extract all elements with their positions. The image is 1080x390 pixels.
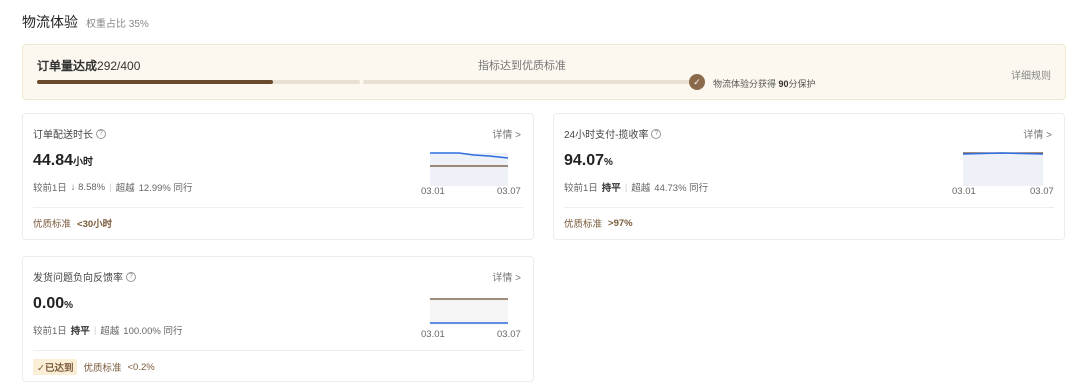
tick-end: 03.07 [1030, 186, 1054, 197]
progress-note-suffix: 分保护 [788, 79, 816, 89]
metric-number: 94.07 [564, 152, 605, 169]
metric-value: 44.84小时 [33, 152, 93, 170]
order-progress-panel: 订单量达成292/400 指标达到优质标准 ✓ 物流体验分获得 90分保护 详细… [22, 44, 1066, 100]
card-title-text: 发货问题负向反馈率 [33, 273, 123, 284]
beat-label: 超越 [100, 326, 120, 337]
standard-value: <30小时 [77, 219, 113, 230]
metric-card-shipping-feedback: 发货问题负向反馈率? 详情 > 0.00% 较前1日 持平 | 超越 100.0… [22, 256, 534, 382]
metric-compare: 较前1日 持平 | 超越 100.00% 同行 [33, 323, 183, 338]
quality-standard: 优质标准 <30小时 [33, 216, 112, 230]
help-icon[interactable]: ? [96, 128, 106, 139]
divider [33, 207, 523, 208]
tick-end: 03.07 [497, 329, 521, 340]
tick-start: 03.01 [952, 186, 976, 197]
metric-value: 94.07% [564, 152, 613, 170]
help-icon[interactable]: ? [126, 271, 136, 282]
compare-label: 较前1日 [564, 183, 598, 194]
separator: | [109, 181, 112, 193]
detail-link[interactable]: 详情 > [492, 269, 521, 284]
tick-start: 03.01 [421, 329, 445, 340]
beat-label: 超越 [115, 183, 135, 194]
compare-label: 较前1日 [33, 183, 67, 194]
standard-label: 优质标准 [564, 219, 603, 230]
section-weight: 权重占比 35% [86, 19, 149, 30]
divider [33, 350, 523, 351]
metric-number: 44.84 [33, 152, 74, 169]
compare-value: ↓ 8.58% [70, 181, 106, 193]
section-title: 物流体验 [22, 14, 78, 30]
quality-standard: ✓已达到 优质标准 <0.2% [33, 359, 155, 375]
metric-unit: % [64, 300, 74, 311]
quality-standard: 优质标准 >97% [564, 216, 633, 231]
progress-count: 292/400 [97, 59, 141, 73]
separator: | [624, 181, 628, 193]
sparkline-area [430, 299, 508, 325]
card-title: 发货问题负向反馈率? [33, 269, 136, 284]
progress-target-label: 指标达到优质标准 [478, 60, 566, 72]
beat-value: 100.00% 同行 [123, 326, 183, 337]
compare-value: 持平 [70, 326, 90, 337]
detail-rules-link[interactable]: 详细规则 [1011, 67, 1051, 82]
card-title: 订单配送时长? [33, 126, 106, 141]
card-title: 24小时支付-揽收率? [564, 126, 662, 141]
standard-value: <0.2% [127, 361, 155, 373]
metric-card-pickup-rate: 24小时支付-揽收率? 详情 > 94.07% 较前1日 持平 | 超越 44.… [553, 113, 1065, 240]
reached-badge: ✓已达到 [33, 359, 78, 375]
metric-card-delivery-time: 订单配送时长? 详情 > 44.84小时 较前1日 ↓ 8.58% | 超越 1… [22, 113, 534, 240]
compare-value: 持平 [601, 183, 621, 194]
separator: | [93, 324, 97, 336]
beat-label: 超越 [631, 183, 651, 194]
sparkline-area [963, 153, 1043, 186]
metric-unit: 小时 [73, 157, 94, 168]
progress-bar-target [363, 80, 693, 84]
progress-note-score: 90 [778, 79, 789, 89]
standard-label: 优质标准 [33, 219, 72, 230]
metric-compare: 较前1日 持平 | 超越 44.73% 同行 [564, 180, 709, 195]
help-icon[interactable]: ? [651, 128, 662, 139]
progress-label-text: 订单量达成 [37, 59, 98, 73]
progress-fill [37, 80, 273, 84]
progress-note: 物流体验分获得 90分保护 [713, 77, 816, 90]
compare-label: 较前1日 [33, 326, 67, 337]
metric-compare: 较前1日 ↓ 8.58% | 超越 12.99% 同行 [33, 180, 193, 195]
beat-value: 44.73% 同行 [654, 183, 709, 194]
card-title-text: 24小时支付-揽收率 [564, 130, 649, 141]
sparkline-area [430, 153, 508, 186]
standard-label: 优质标准 [83, 363, 122, 374]
standard-value: >97% [608, 217, 633, 229]
tick-start: 03.01 [421, 186, 445, 197]
progress-bar [37, 80, 360, 84]
divider [564, 207, 1054, 208]
section-header: 物流体验 权重占比 35% [22, 12, 149, 32]
metric-unit: % [604, 157, 613, 168]
metric-value: 0.00% [33, 295, 73, 313]
shield-check-icon: ✓ [689, 74, 705, 90]
detail-link[interactable]: 详情 > [492, 126, 521, 141]
progress-note-prefix: 物流体验分获得 [713, 79, 777, 89]
detail-link[interactable]: 详情 > [1023, 126, 1052, 141]
tick-end: 03.07 [497, 186, 521, 197]
metric-number: 0.00 [33, 295, 65, 312]
card-title-text: 订单配送时长 [33, 130, 93, 141]
progress-label: 订单量达成292/400 [37, 57, 140, 74]
beat-value: 12.99% 同行 [138, 183, 193, 194]
